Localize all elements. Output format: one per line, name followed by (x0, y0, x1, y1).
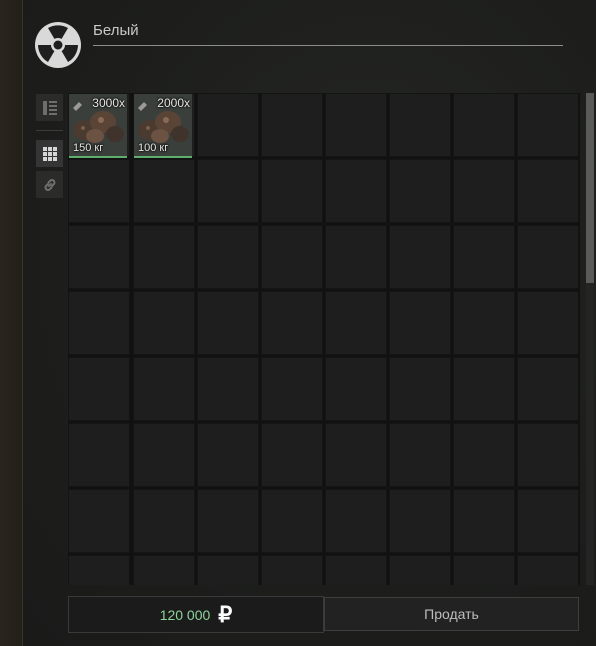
inventory-slot[interactable] (261, 291, 323, 355)
inventory-slot[interactable] (517, 159, 579, 223)
inventory-slot[interactable] (197, 225, 259, 289)
inventory-slot[interactable] (389, 291, 451, 355)
inventory-slot[interactable] (197, 423, 259, 487)
inventory-item[interactable]: 3000x 150 кг (69, 94, 127, 158)
radiation-icon (35, 22, 81, 68)
inventory-slot[interactable] (197, 489, 259, 553)
inventory-slot[interactable] (325, 291, 387, 355)
inventory-slot[interactable] (325, 159, 387, 223)
inventory-slot[interactable] (68, 357, 130, 421)
inventory-slot[interactable] (453, 225, 515, 289)
inventory-slot[interactable] (453, 93, 515, 157)
inventory-slot[interactable] (133, 555, 195, 585)
item-weight: 100 кг (138, 142, 169, 154)
link-icon (44, 178, 55, 191)
sell-button[interactable]: Продать (324, 597, 579, 631)
inventory-slot[interactable] (68, 423, 130, 487)
inventory-slot[interactable] (197, 291, 259, 355)
inventory-slot[interactable] (517, 489, 579, 553)
inventory-slot[interactable] (261, 93, 323, 157)
inventory-slot[interactable] (517, 225, 579, 289)
inventory-slot[interactable] (325, 93, 387, 157)
inventory-slot[interactable] (453, 423, 515, 487)
inventory-slot[interactable] (68, 225, 130, 289)
inventory-item[interactable]: 2000x 100 кг (134, 94, 192, 158)
inventory-slot[interactable] (325, 555, 387, 585)
inventory-slot[interactable] (389, 159, 451, 223)
inventory-slot[interactable] (261, 357, 323, 421)
inventory-slot[interactable] (261, 489, 323, 553)
item-quantity: 2000x (157, 96, 190, 110)
inventory-slot[interactable] (325, 225, 387, 289)
inventory-slot[interactable] (389, 93, 451, 157)
total-price: 120 000 ₽ (68, 596, 324, 633)
list-grid-button[interactable] (36, 94, 63, 121)
inventory-slot[interactable] (517, 357, 579, 421)
inventory-slot[interactable] (133, 489, 195, 553)
inventory-slot[interactable] (133, 357, 195, 421)
inventory-slot[interactable] (389, 423, 451, 487)
grid-icon (42, 146, 57, 161)
inventory-slot[interactable] (389, 489, 451, 553)
inventory-slot[interactable] (133, 423, 195, 487)
inventory-slot[interactable] (197, 93, 259, 157)
inventory-slot[interactable] (453, 291, 515, 355)
inventory-grid: 3000x 150 кг 2000x 100 кг (68, 93, 580, 585)
inventory-slot[interactable] (68, 489, 130, 553)
left-edge-strip (0, 0, 23, 646)
name-underline (93, 45, 563, 46)
inventory-slot[interactable] (325, 423, 387, 487)
inventory-slot[interactable] (197, 159, 259, 223)
inventory-slot[interactable] (261, 423, 323, 487)
player-name: Белый (93, 22, 139, 39)
inventory-slot[interactable] (133, 159, 195, 223)
inventory-slot[interactable] (197, 555, 259, 585)
grid-scrollbar-thumb[interactable] (586, 93, 594, 283)
item-weight: 150 кг (73, 142, 104, 154)
item-quantity: 3000x (92, 96, 125, 110)
inventory-slot[interactable] (517, 291, 579, 355)
inventory-slot[interactable] (261, 555, 323, 585)
inventory-slot[interactable] (517, 423, 579, 487)
inventory-slot[interactable] (261, 159, 323, 223)
inventory-slot[interactable] (133, 225, 195, 289)
inventory-slot[interactable] (133, 291, 195, 355)
inventory-slot[interactable] (389, 357, 451, 421)
ruble-icon: ₽ (218, 601, 233, 627)
inventory-slot[interactable] (68, 555, 130, 585)
grid-view-button[interactable] (36, 140, 63, 167)
toolbar-divider (36, 130, 63, 131)
inventory-slot[interactable] (517, 93, 579, 157)
inventory-slot[interactable] (261, 225, 323, 289)
inventory-slot[interactable] (389, 225, 451, 289)
inventory-slot[interactable] (453, 357, 515, 421)
inventory-slot[interactable] (325, 489, 387, 553)
inventory-slot[interactable] (197, 357, 259, 421)
inventory-slot[interactable] (389, 555, 451, 585)
list-grid-icon (42, 100, 57, 115)
inventory-slot[interactable] (68, 291, 130, 355)
inventory-slot[interactable] (68, 159, 130, 223)
inventory-slot[interactable] (325, 357, 387, 421)
link-button[interactable] (36, 171, 63, 198)
inventory-slot[interactable] (517, 555, 579, 585)
inventory-slot[interactable] (453, 489, 515, 553)
price-value: 120 000 (159, 606, 211, 623)
inventory-slot[interactable] (453, 555, 515, 585)
inventory-slot[interactable] (453, 159, 515, 223)
